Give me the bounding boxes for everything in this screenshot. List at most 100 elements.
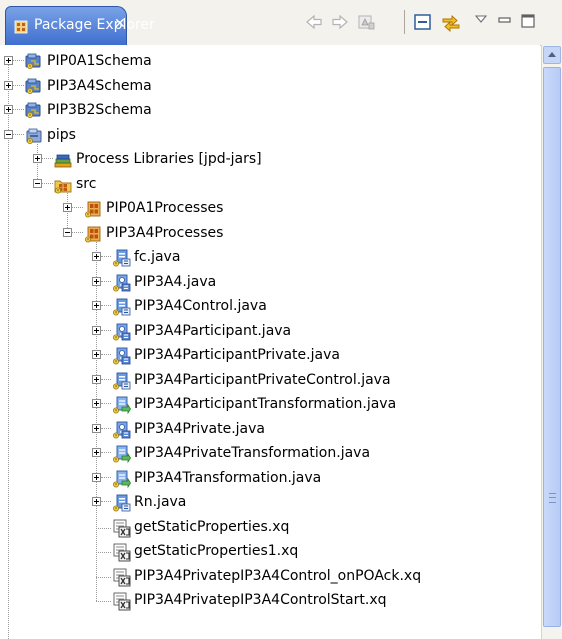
schema-project-icon	[24, 52, 44, 72]
tree-item-label: PIP0A1Processes	[106, 200, 224, 216]
tree-item-label: PIP3A4ParticipantPrivate.java	[134, 347, 340, 363]
tab-label: Package Explorer	[34, 17, 155, 33]
tree-item[interactable]: PIP3A4ParticipantTransformation.java	[0, 393, 540, 417]
collapse-icon[interactable]	[4, 129, 13, 139]
link-with-editor-icon[interactable]	[440, 11, 462, 33]
expand-icon[interactable]	[92, 301, 101, 310]
tree-item-label: getStaticProperties.xq	[134, 518, 290, 535]
expand-icon[interactable]	[4, 80, 13, 90]
tree-item-label: PIP3A4Schema	[47, 77, 152, 94]
toolbar-separator	[404, 10, 405, 34]
tree-item[interactable]: pips	[0, 124, 540, 148]
xquery-file-icon	[111, 591, 131, 611]
back-icon[interactable]	[303, 11, 325, 33]
expand-icon[interactable]	[33, 154, 42, 163]
tree-item-label: PIP3A4Transformation.java	[134, 469, 322, 486]
expand-icon[interactable]	[4, 105, 13, 114]
expand-icon[interactable]	[92, 472, 101, 482]
tree-item-label: PIP3B2Schema	[47, 102, 152, 118]
tree-item[interactable]: PIP3A4PrivatepIP3A4Control_onPOAck.xq	[0, 565, 540, 589]
tree-item-label: PIP3A4ParticipantPrivateControl.java	[134, 371, 391, 388]
tree-item[interactable]: PIP3A4.java	[0, 271, 540, 295]
expand-icon[interactable]	[92, 497, 101, 506]
scroll-grip	[549, 493, 556, 503]
control-java-icon	[111, 371, 131, 391]
tree-item-label: PIP3A4Processes	[106, 224, 224, 241]
tree-item-label: PIP3A4Participant.java	[134, 322, 292, 339]
tree-item[interactable]: PIP3A4Participant.java	[0, 320, 540, 344]
tree-item[interactable]: PIP0A1Schema	[0, 50, 540, 74]
tree-item[interactable]: PIP3A4ParticipantPrivate.java	[0, 344, 540, 368]
tree-item[interactable]: getStaticProperties.xq	[0, 516, 540, 540]
tree-item[interactable]: PIP3A4Processes	[0, 222, 540, 246]
tree-item-label: Rn.java	[134, 494, 187, 510]
process-java-icon	[111, 273, 131, 293]
expand-icon[interactable]	[92, 325, 101, 335]
transformation-java-icon	[111, 469, 131, 489]
tree-item-label: PIP3A4PrivateTransformation.java	[134, 445, 371, 461]
tree-item[interactable]: PIP3A4PrivatepIP3A4ControlStart.xq	[0, 589, 540, 613]
up-icon[interactable]	[355, 11, 377, 33]
tree-item[interactable]: PIP3A4Control.java	[0, 295, 540, 319]
tree-item-label: PIP3A4Private.java	[134, 420, 265, 437]
tree-item[interactable]: Rn.java	[0, 491, 540, 515]
scroll-up-button[interactable]	[543, 46, 561, 64]
tree-item[interactable]: fc.java	[0, 246, 540, 270]
schema-project-icon	[24, 101, 44, 121]
tree-item-label: PIP3A4ParticipantTransformation.java	[134, 396, 397, 412]
package-explorer-icon	[14, 19, 28, 34]
xquery-file-icon	[111, 567, 131, 587]
package-icon	[83, 199, 103, 219]
tree-item[interactable]: PIP3A4PrivateTransformation.java	[0, 442, 540, 466]
tree-item-label: PIP3A4.java	[134, 273, 217, 290]
package-tree: PIP0A1Schema PIP3A4Schema PIP3B2Schema pips…	[0, 45, 540, 639]
tree-item[interactable]: PIP3A4Private.java	[0, 418, 540, 442]
vertical-scrollbar[interactable]	[541, 45, 562, 639]
transformation-java-icon	[111, 395, 131, 415]
tree-item[interactable]: PIP0A1Processes	[0, 197, 540, 221]
control-java-icon	[111, 297, 131, 317]
close-icon[interactable]: ✕	[114, 16, 126, 32]
expand-icon[interactable]	[92, 350, 101, 359]
tree-item[interactable]: Process Libraries [jpd-jars]	[0, 148, 540, 172]
expand-icon[interactable]	[63, 203, 72, 212]
tab-package-explorer[interactable]: Package Explorer ✕	[5, 6, 155, 45]
tree-item[interactable]: PIP3A4ParticipantPrivateControl.java	[0, 369, 540, 393]
tree-item-label: PIP3A4Control.java	[134, 298, 267, 314]
expand-icon[interactable]	[92, 374, 101, 384]
tree-item-label: PIP0A1Schema	[47, 53, 152, 69]
tree-item[interactable]: PIP3B2Schema	[0, 99, 540, 123]
forward-icon[interactable]	[329, 11, 351, 33]
source-folder-icon	[53, 175, 73, 195]
expand-icon[interactable]	[92, 423, 101, 433]
collapse-all-icon[interactable]	[412, 11, 434, 33]
view-menu-icon[interactable]	[472, 11, 494, 33]
scroll-thumb[interactable]	[543, 67, 561, 627]
process-java-icon	[111, 346, 131, 366]
tree-item[interactable]: PIP3A4Transformation.java	[0, 467, 540, 491]
xquery-file-icon	[111, 518, 131, 538]
process-java-icon	[111, 322, 131, 342]
tree-item-label: getStaticProperties1.xq	[134, 543, 299, 559]
process-java-icon	[111, 420, 131, 440]
collapse-icon[interactable]	[33, 178, 42, 188]
tree-item-label: PIP3A4PrivatepIP3A4ControlStart.xq	[134, 592, 387, 608]
tree-item[interactable]: src	[0, 173, 540, 197]
expand-icon[interactable]	[92, 276, 101, 286]
schema-project-icon	[24, 77, 44, 97]
minimize-icon[interactable]	[495, 11, 517, 33]
control-java-icon	[111, 493, 131, 513]
package-icon	[83, 224, 103, 244]
expand-icon[interactable]	[4, 56, 13, 65]
package-explorer-view: Package Explorer ✕ PIP0A1Schema PIP3A4Sc…	[0, 0, 562, 639]
tree-item-label: PIP3A4PrivatepIP3A4Control_onPOAck.xq	[134, 567, 422, 584]
maximize-icon[interactable]	[518, 11, 540, 33]
library-icon	[53, 150, 73, 170]
expand-icon[interactable]	[92, 399, 101, 408]
expand-icon[interactable]	[92, 252, 101, 261]
tree-item[interactable]: PIP3A4Schema	[0, 75, 540, 99]
transformation-java-icon	[111, 444, 131, 464]
collapse-icon[interactable]	[63, 227, 72, 237]
expand-icon[interactable]	[92, 448, 101, 457]
tree-item[interactable]: getStaticProperties1.xq	[0, 540, 540, 564]
